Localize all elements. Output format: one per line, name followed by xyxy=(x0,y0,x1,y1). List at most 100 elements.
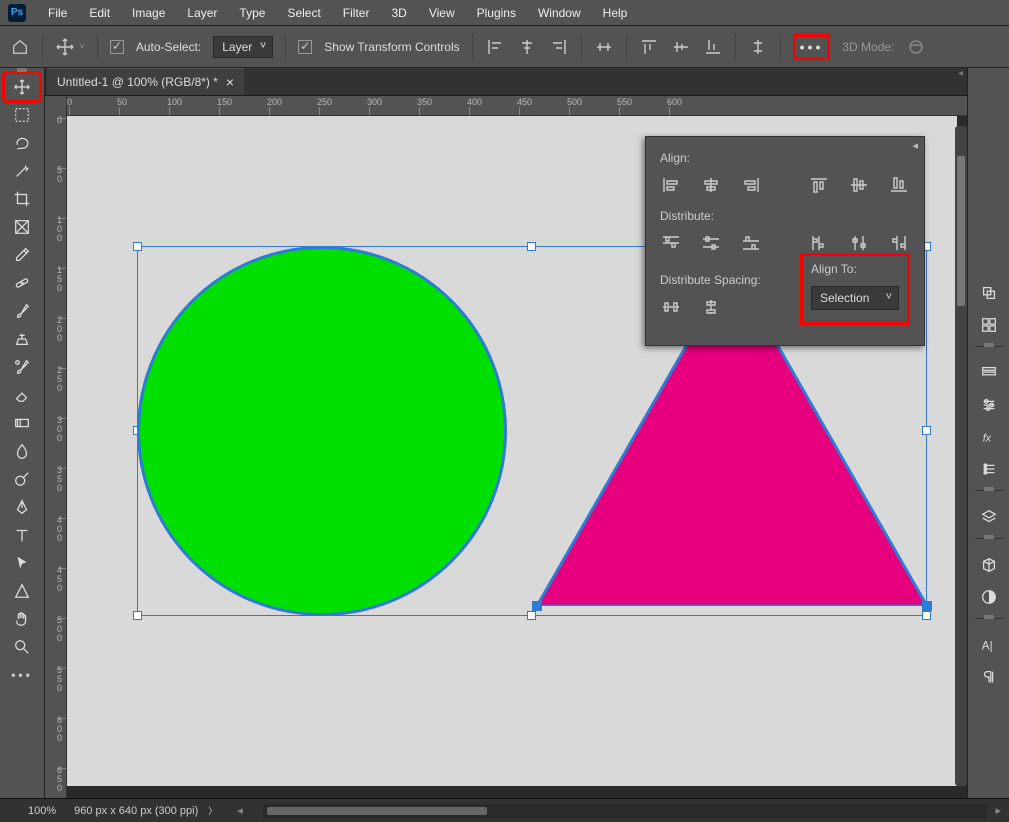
close-panel-icon[interactable]: ◂ xyxy=(912,139,918,152)
distribute-h-icon[interactable] xyxy=(594,38,614,56)
align-left-icon[interactable] xyxy=(485,38,505,56)
ruler-tick-label: 0 xyxy=(50,684,62,693)
align-horizontal-centers-icon[interactable] xyxy=(700,175,722,195)
blur-tool[interactable] xyxy=(5,438,39,464)
horizontal-scrollbar[interactable] xyxy=(263,804,988,818)
edit-toolbar-icon[interactable]: ••• xyxy=(5,662,39,688)
menu-layer[interactable]: Layer xyxy=(177,4,227,22)
ruler-tick-label: 0 xyxy=(50,734,62,743)
vertical-scrollbar[interactable] xyxy=(955,126,967,786)
menu-select[interactable]: Select xyxy=(277,4,330,22)
close-tab-icon[interactable]: × xyxy=(226,74,234,90)
menu-type[interactable]: Type xyxy=(229,4,275,22)
scroll-left-icon[interactable]: ◂ xyxy=(237,804,243,817)
eyedropper-tool[interactable] xyxy=(5,242,39,268)
brush-tool[interactable] xyxy=(5,298,39,324)
3d-panel-icon[interactable] xyxy=(972,550,1006,580)
doc-info-chevron-icon[interactable]: 〉 xyxy=(208,804,217,817)
history-brush-tool[interactable] xyxy=(5,354,39,380)
type-tool[interactable] xyxy=(5,522,39,548)
ruler-tick-label: 0 xyxy=(67,97,72,107)
show-transform-label: Show Transform Controls xyxy=(324,40,459,54)
lasso-tool[interactable] xyxy=(5,130,39,156)
align-left-edges-icon[interactable] xyxy=(660,175,682,195)
menu-help[interactable]: Help xyxy=(593,4,638,22)
distribute-v-icon[interactable] xyxy=(748,38,768,56)
ruler-tick-label: 0 xyxy=(50,584,62,593)
ruler-tick-label: 0 xyxy=(50,384,62,393)
swatches-panel-icon[interactable] xyxy=(972,310,1006,340)
align-vertical-centers-icon[interactable] xyxy=(848,175,870,195)
shape-tool[interactable] xyxy=(5,578,39,604)
home-icon[interactable] xyxy=(10,38,30,56)
document-tab[interactable]: Untitled-1 @ 100% (RGB/8*) * × xyxy=(47,68,244,95)
distribute-vertical-spacing-icon[interactable] xyxy=(700,297,722,317)
align-top-edges-icon[interactable] xyxy=(808,175,830,195)
3d-orbit-icon[interactable] xyxy=(906,38,926,56)
libraries-panel-icon[interactable] xyxy=(972,454,1006,484)
paragraph-panel-icon[interactable] xyxy=(972,662,1006,692)
horizontal-ruler[interactable]: 050100150200250300350400450500550600 xyxy=(67,96,967,116)
align-to-dropdown[interactable]: Selection xyxy=(811,286,899,310)
healing-brush-tool[interactable] xyxy=(5,270,39,296)
distribute-bottom-edges-icon[interactable] xyxy=(740,233,762,253)
zoom-level[interactable]: 100% xyxy=(0,805,74,817)
eraser-tool[interactable] xyxy=(5,382,39,408)
ellipse-shape[interactable] xyxy=(137,246,507,616)
pen-tool[interactable] xyxy=(5,494,39,520)
menu-window[interactable]: Window xyxy=(528,4,591,22)
layer-dropdown[interactable]: Layer xyxy=(213,36,273,58)
distribute-vertical-centers-icon[interactable] xyxy=(700,233,722,253)
align-bottom-edges-icon[interactable] xyxy=(888,175,910,195)
more-options-button[interactable]: ••• xyxy=(793,34,831,60)
path-handle[interactable] xyxy=(532,601,542,611)
document-info[interactable]: 960 px x 640 px (300 ppi) xyxy=(74,805,198,817)
distribute-left-edges-icon[interactable] xyxy=(808,233,830,253)
gradient-tool[interactable] xyxy=(5,410,39,436)
menu-3d[interactable]: 3D xyxy=(381,4,416,22)
menu-file[interactable]: File xyxy=(38,4,77,22)
menu-image[interactable]: Image xyxy=(122,4,175,22)
vertical-ruler[interactable]: 050100150200250300350400450500550600650 xyxy=(45,96,67,798)
auto-select-checkbox[interactable] xyxy=(110,40,124,54)
properties-panel-icon[interactable] xyxy=(972,358,1006,388)
zoom-tool[interactable] xyxy=(5,634,39,660)
layers-panel-icon[interactable] xyxy=(972,502,1006,532)
marquee-tool[interactable] xyxy=(5,102,39,128)
channels-panel-icon[interactable] xyxy=(972,582,1006,612)
styles-panel-icon[interactable]: fx xyxy=(972,422,1006,452)
adjustments-panel-icon[interactable] xyxy=(972,390,1006,420)
show-transform-checkbox[interactable] xyxy=(298,40,312,54)
align-vcenter-icon[interactable] xyxy=(671,38,691,56)
document-tab-bar: Untitled-1 @ 100% (RGB/8*) * × ◂ xyxy=(45,68,967,96)
scroll-right-icon[interactable]: ▸ xyxy=(995,804,1001,817)
clone-stamp-tool[interactable] xyxy=(5,326,39,352)
menu-filter[interactable]: Filter xyxy=(333,4,380,22)
path-selection-tool[interactable] xyxy=(5,550,39,576)
magic-wand-tool[interactable] xyxy=(5,158,39,184)
align-hcenter-icon[interactable] xyxy=(517,38,537,56)
distribute-right-edges-icon[interactable] xyxy=(888,233,910,253)
panel-collapse-icon[interactable]: ◂ xyxy=(958,68,967,79)
align-top-icon[interactable] xyxy=(639,38,659,56)
path-handle[interactable] xyxy=(922,601,932,611)
align-right-icon[interactable] xyxy=(549,38,569,56)
dodge-tool[interactable] xyxy=(5,466,39,492)
move-tool[interactable] xyxy=(5,74,39,100)
crop-tool[interactable] xyxy=(5,186,39,212)
ruler-tick-label: 600 xyxy=(667,97,682,107)
character-panel-icon[interactable]: A| xyxy=(972,630,1006,660)
align-right-edges-icon[interactable] xyxy=(740,175,762,195)
menu-plugins[interactable]: Plugins xyxy=(467,4,526,22)
frame-tool[interactable] xyxy=(5,214,39,240)
align-bottom-icon[interactable] xyxy=(703,38,723,56)
distribute-top-edges-icon[interactable] xyxy=(660,233,682,253)
menu-view[interactable]: View xyxy=(419,4,465,22)
status-bar: 100% 960 px x 640 px (300 ppi) 〉 ◂ ▸ xyxy=(0,798,1009,822)
move-tool-icon[interactable] xyxy=(55,38,75,56)
color-panel-icon[interactable] xyxy=(972,278,1006,308)
distribute-horizontal-spacing-icon[interactable] xyxy=(660,297,682,317)
hand-tool[interactable] xyxy=(5,606,39,632)
distribute-horizontal-centers-icon[interactable] xyxy=(848,233,870,253)
menu-edit[interactable]: Edit xyxy=(79,4,120,22)
